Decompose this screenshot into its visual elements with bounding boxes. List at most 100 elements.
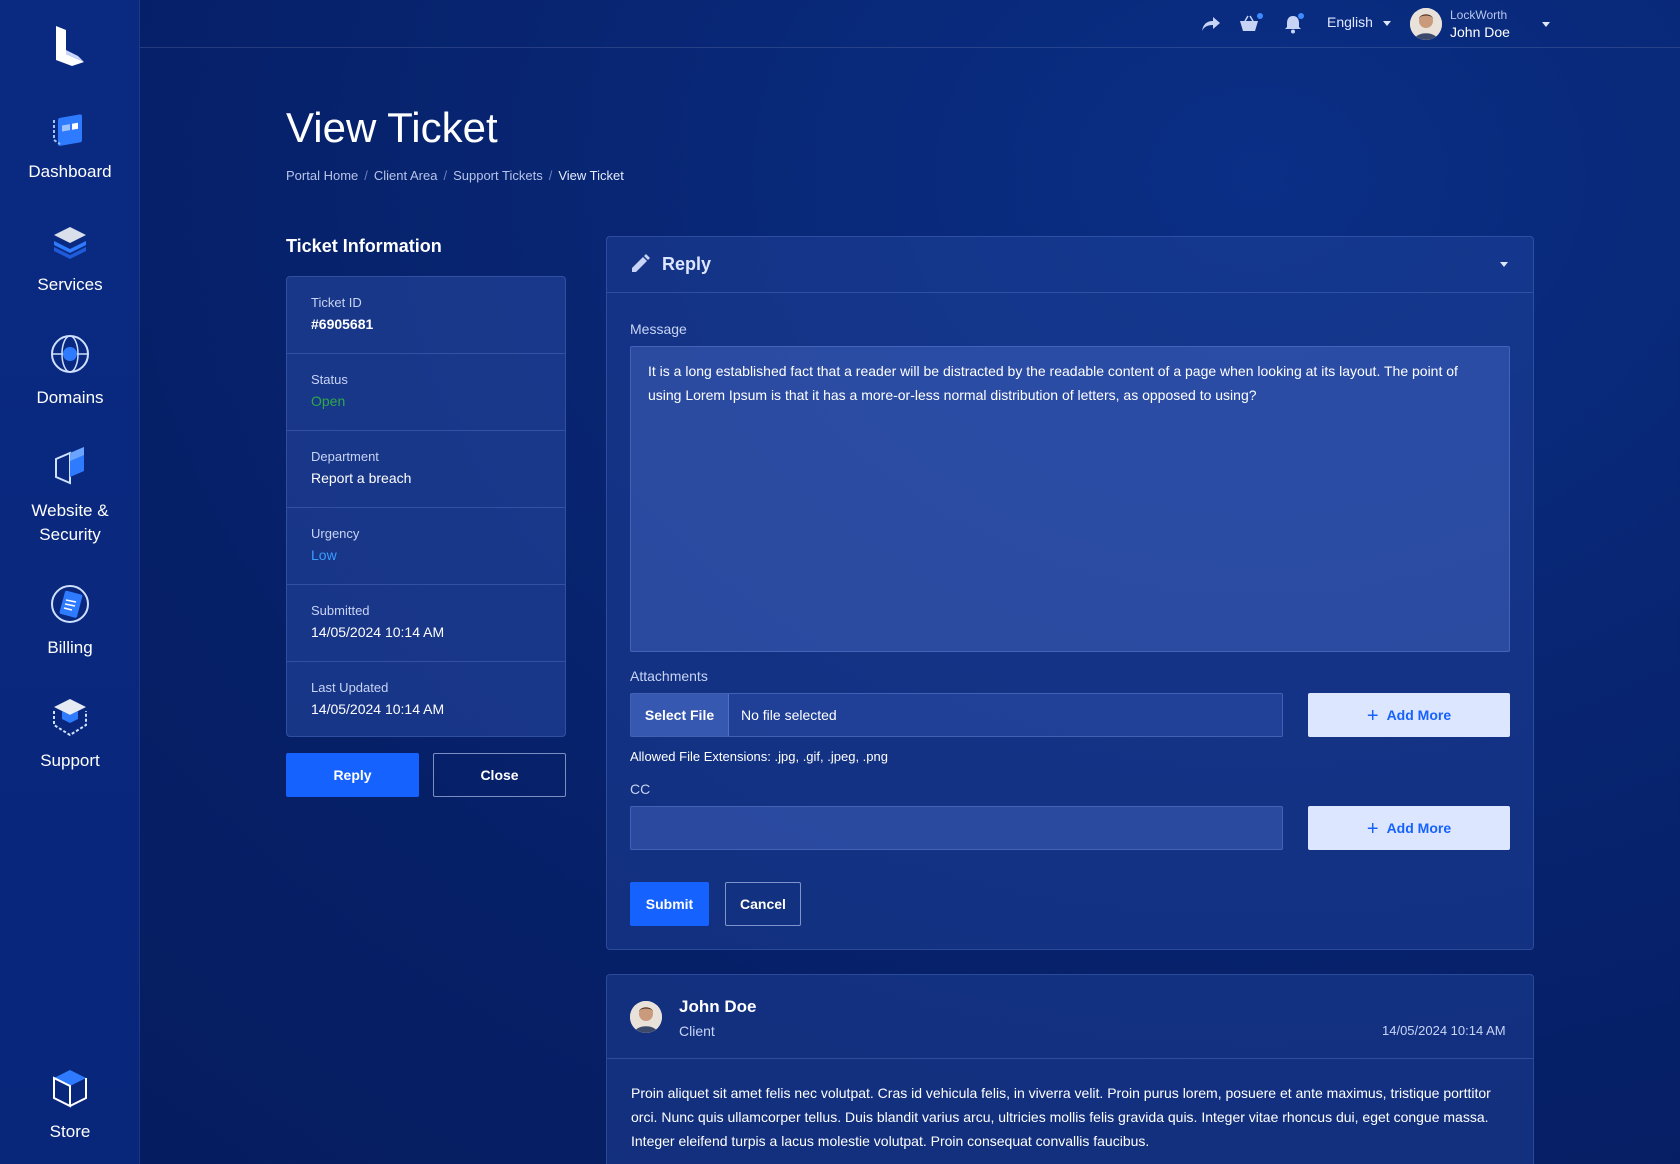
add-more-label: Add More: [1386, 820, 1452, 836]
breadcrumb-separator: /: [364, 168, 368, 183]
file-status-text: No file selected: [741, 707, 837, 723]
sidebar-item-billing[interactable]: Billing: [0, 582, 140, 660]
cancel-button[interactable]: Cancel: [725, 882, 801, 926]
add-more-label: Add More: [1386, 707, 1452, 723]
services-icon: [54, 227, 86, 259]
support-icon: [53, 699, 87, 737]
ticket-id-row: Ticket ID #6905681: [287, 277, 565, 354]
dashboard-icon: [53, 114, 82, 146]
notifications-button[interactable]: [1282, 13, 1304, 34]
status-label: Status: [311, 372, 348, 387]
message-author-role: Client: [679, 1023, 715, 1039]
sidebar-item-label: Domains: [36, 388, 104, 407]
breadcrumb-client-area[interactable]: Client Area: [374, 168, 438, 183]
breadcrumb-portal-home[interactable]: Portal Home: [286, 168, 358, 183]
message-date: 14/05/2024 10:14 AM: [1382, 1023, 1506, 1038]
avatar-face-icon: [630, 1001, 662, 1033]
sidebar-item-support[interactable]: Support: [0, 695, 140, 773]
breadcrumb-current: View Ticket: [558, 168, 624, 183]
notification-indicator-dot: [1298, 13, 1304, 19]
brand-logo[interactable]: [50, 24, 90, 68]
message-author: John Doe: [679, 997, 757, 1016]
sidebar-item-label: Billing: [47, 638, 93, 657]
shield-icon: [55, 447, 84, 485]
sidebar-item-store[interactable]: Store: [0, 1066, 140, 1144]
last-updated-label: Last Updated: [311, 680, 389, 695]
add-more-attachments-button[interactable]: + Add More: [1308, 693, 1510, 737]
sidebar-item-website-security[interactable]: Website & Security: [0, 445, 140, 547]
cc-input[interactable]: [630, 806, 1283, 850]
user-name: John Doe: [1450, 24, 1510, 40]
breadcrumb-separator: /: [548, 168, 553, 183]
breadcrumb: Portal Home / Client Area / Support Tickets /…: [286, 168, 624, 183]
message-label: Message: [630, 321, 687, 337]
cc-label: CC: [630, 781, 651, 797]
submitted-label: Submitted: [311, 603, 370, 618]
share-icon[interactable]: [1200, 14, 1222, 34]
language-label: English: [1327, 14, 1373, 30]
reply-panel-title: Reply: [662, 254, 712, 274]
reply-panel: Reply Message It is a long established f…: [606, 236, 1534, 950]
status-row: Status Open: [287, 354, 565, 431]
sidebar: Dashboard Services Domains Website & Sec…: [0, 0, 140, 1164]
allowed-extensions-text: Allowed File Extensions: .jpg, .gif, .jp…: [630, 749, 888, 764]
last-updated-value: 14/05/2024 10:14 AM: [311, 701, 445, 717]
chevron-down-icon: [1382, 20, 1391, 26]
message-header: John Doe Client 14/05/2024 10:14 AM: [607, 975, 1533, 1059]
submitted-value: 14/05/2024 10:14 AM: [311, 624, 445, 640]
billing-icon: [51, 585, 89, 623]
breadcrumb-support-tickets[interactable]: Support Tickets: [453, 168, 543, 183]
submit-button[interactable]: Submit: [630, 882, 709, 926]
top-bar: English LockWorth John Doe: [140, 0, 1680, 48]
page-title: View Ticket: [286, 104, 498, 151]
plus-icon: +: [1366, 705, 1379, 727]
urgency-label: Urgency: [311, 526, 360, 541]
pencil-icon: [632, 254, 650, 272]
cart-indicator-dot: [1257, 13, 1263, 19]
submitted-row: Submitted 14/05/2024 10:14 AM: [287, 585, 565, 662]
sidebar-item-label: Website &: [31, 501, 109, 520]
reply-panel-header[interactable]: Reply: [607, 237, 1533, 293]
avatar: [1410, 8, 1442, 40]
urgency-value: Low: [311, 547, 337, 563]
language-selector[interactable]: English: [1327, 14, 1391, 30]
reply-button[interactable]: Reply: [286, 753, 419, 797]
department-row: Department Report a breach: [287, 431, 565, 508]
ticket-id-value: #6905681: [311, 316, 374, 332]
department-value: Report a breach: [311, 470, 412, 486]
ticket-message-card: John Doe Client 14/05/2024 10:14 AM Proi…: [606, 974, 1534, 1164]
globe-icon: [51, 335, 89, 373]
urgency-row: Urgency Low: [287, 508, 565, 585]
select-file-button[interactable]: Select File: [631, 694, 729, 736]
department-label: Department: [311, 449, 379, 464]
sidebar-item-domains[interactable]: Domains: [0, 332, 140, 410]
message-body: Proin aliquet sit amet felis nec volutpa…: [631, 1085, 1491, 1149]
chevron-down-icon: [1542, 22, 1550, 27]
ticket-information-card: Ticket ID #6905681 Status Open Departmen…: [286, 276, 566, 737]
ticket-information-heading: Ticket Information: [286, 236, 442, 256]
sidebar-item-label: Services: [37, 275, 103, 294]
sidebar-item-label: Store: [49, 1122, 91, 1141]
store-icon: [53, 1070, 87, 1108]
add-more-cc-button[interactable]: + Add More: [1308, 806, 1510, 850]
cart-button[interactable]: [1238, 13, 1263, 34]
sidebar-item-label: Support: [40, 751, 100, 770]
sidebar-item-services[interactable]: Services: [0, 219, 140, 297]
status-badge: Open: [311, 393, 346, 409]
chevron-down-icon: [1500, 262, 1508, 267]
avatar-face-icon: [1410, 8, 1442, 40]
message-textarea[interactable]: It is a long established fact that a rea…: [630, 346, 1510, 652]
sidebar-item-label: Dashboard: [28, 162, 112, 181]
sidebar-item-dashboard[interactable]: Dashboard: [0, 106, 140, 184]
last-updated-row: Last Updated 14/05/2024 10:14 AM: [287, 662, 565, 739]
user-menu[interactable]: LockWorth John Doe: [1410, 7, 1550, 41]
plus-icon: +: [1366, 818, 1379, 840]
ticket-id-label: Ticket ID: [311, 295, 362, 310]
sidebar-item-label-line2: Security: [39, 525, 101, 544]
breadcrumb-separator: /: [443, 168, 448, 183]
file-input[interactable]: Select File No file selected: [630, 693, 1283, 737]
avatar: [630, 1001, 662, 1033]
close-ticket-button[interactable]: Close: [433, 753, 566, 797]
attachments-label: Attachments: [630, 668, 708, 684]
company-name: LockWorth: [1450, 8, 1508, 22]
